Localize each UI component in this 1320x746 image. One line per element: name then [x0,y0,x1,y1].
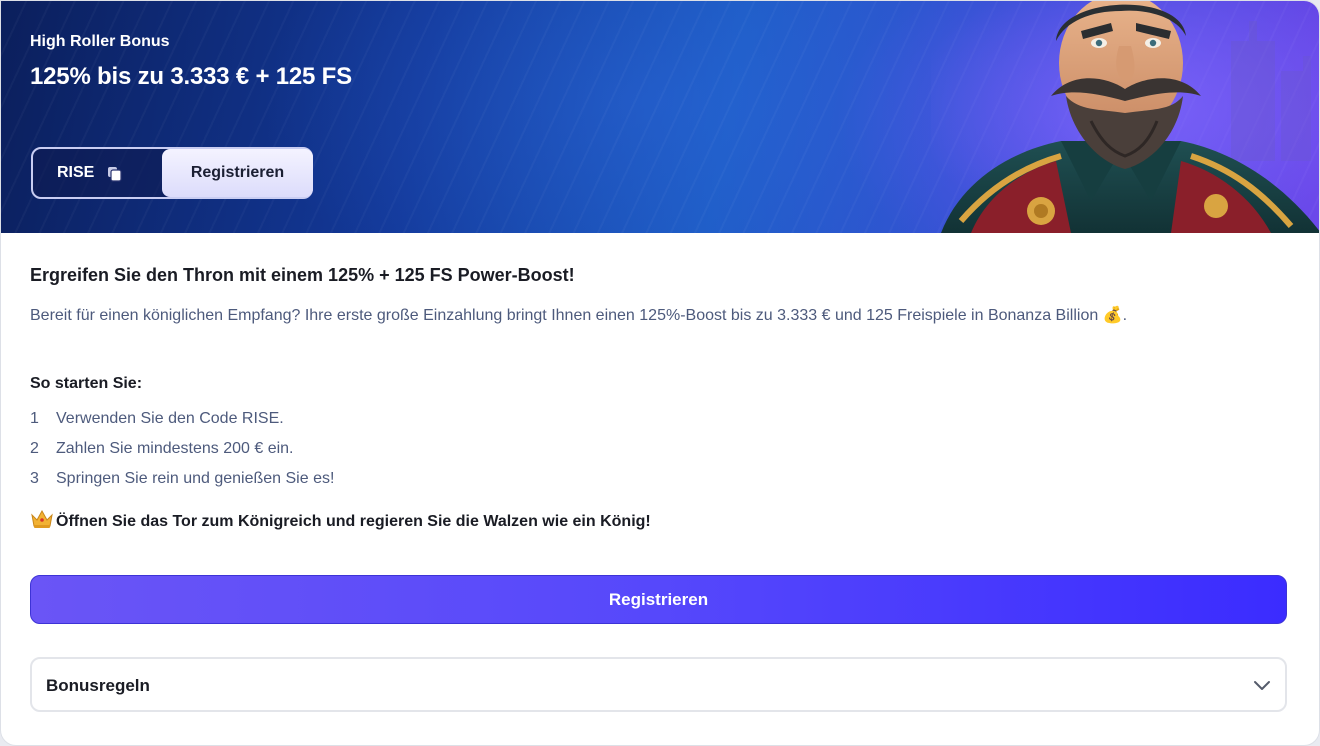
bonus-card: High Roller Bonus 125% bis zu 3.333 € + … [0,0,1320,746]
register-button[interactable]: Registrieren [30,575,1287,624]
bonus-rules-accordion[interactable]: Bonusregeln [30,657,1287,712]
bonus-title: 125% bis zu 3.333 € + 125 FS [30,63,352,90]
step-text: Zahlen Sie mindestens 200 € ein. [56,440,294,457]
bonus-banner: High Roller Bonus 125% bis zu 3.333 € + … [1,1,1319,233]
king-character-illustration [931,1,1319,233]
step-number: 1 [30,410,39,427]
list-item: 3 Springen Sie rein und genießen Sie es! [30,470,334,488]
list-item: 1 Verwenden Sie den Code RISE. [30,410,284,428]
list-item: 2 Zahlen Sie mindestens 200 € ein. [30,440,293,458]
closing-text: Öffnen Sie das Tor zum Königreich und re… [56,513,651,530]
closing-line: Öffnen Sie das Tor zum Königreich und re… [30,509,651,534]
accordion-label: Bonusregeln [46,676,150,695]
steps-heading: So starten Sie: [30,375,143,392]
chevron-down-icon[interactable] [1253,676,1271,694]
offer-heading: Ergreifen Sie den Thron mit einem 125% +… [30,265,575,285]
step-number: 2 [30,440,39,457]
promo-code: RISE [57,164,95,181]
step-text: Verwenden Sie den Code RISE. [56,410,284,427]
copy-icon[interactable] [107,166,123,182]
bonus-subtitle: High Roller Bonus [30,33,170,50]
banner-register-button[interactable]: Registrieren [162,149,313,197]
promo-code-widget: RISE Registrieren [31,147,313,199]
step-text: Springen Sie rein und genießen Sie es! [56,470,335,487]
step-number: 3 [30,470,39,487]
offer-description: Bereit für einen königlichen Empfang? Ih… [30,307,1128,324]
crown-icon [30,509,54,534]
